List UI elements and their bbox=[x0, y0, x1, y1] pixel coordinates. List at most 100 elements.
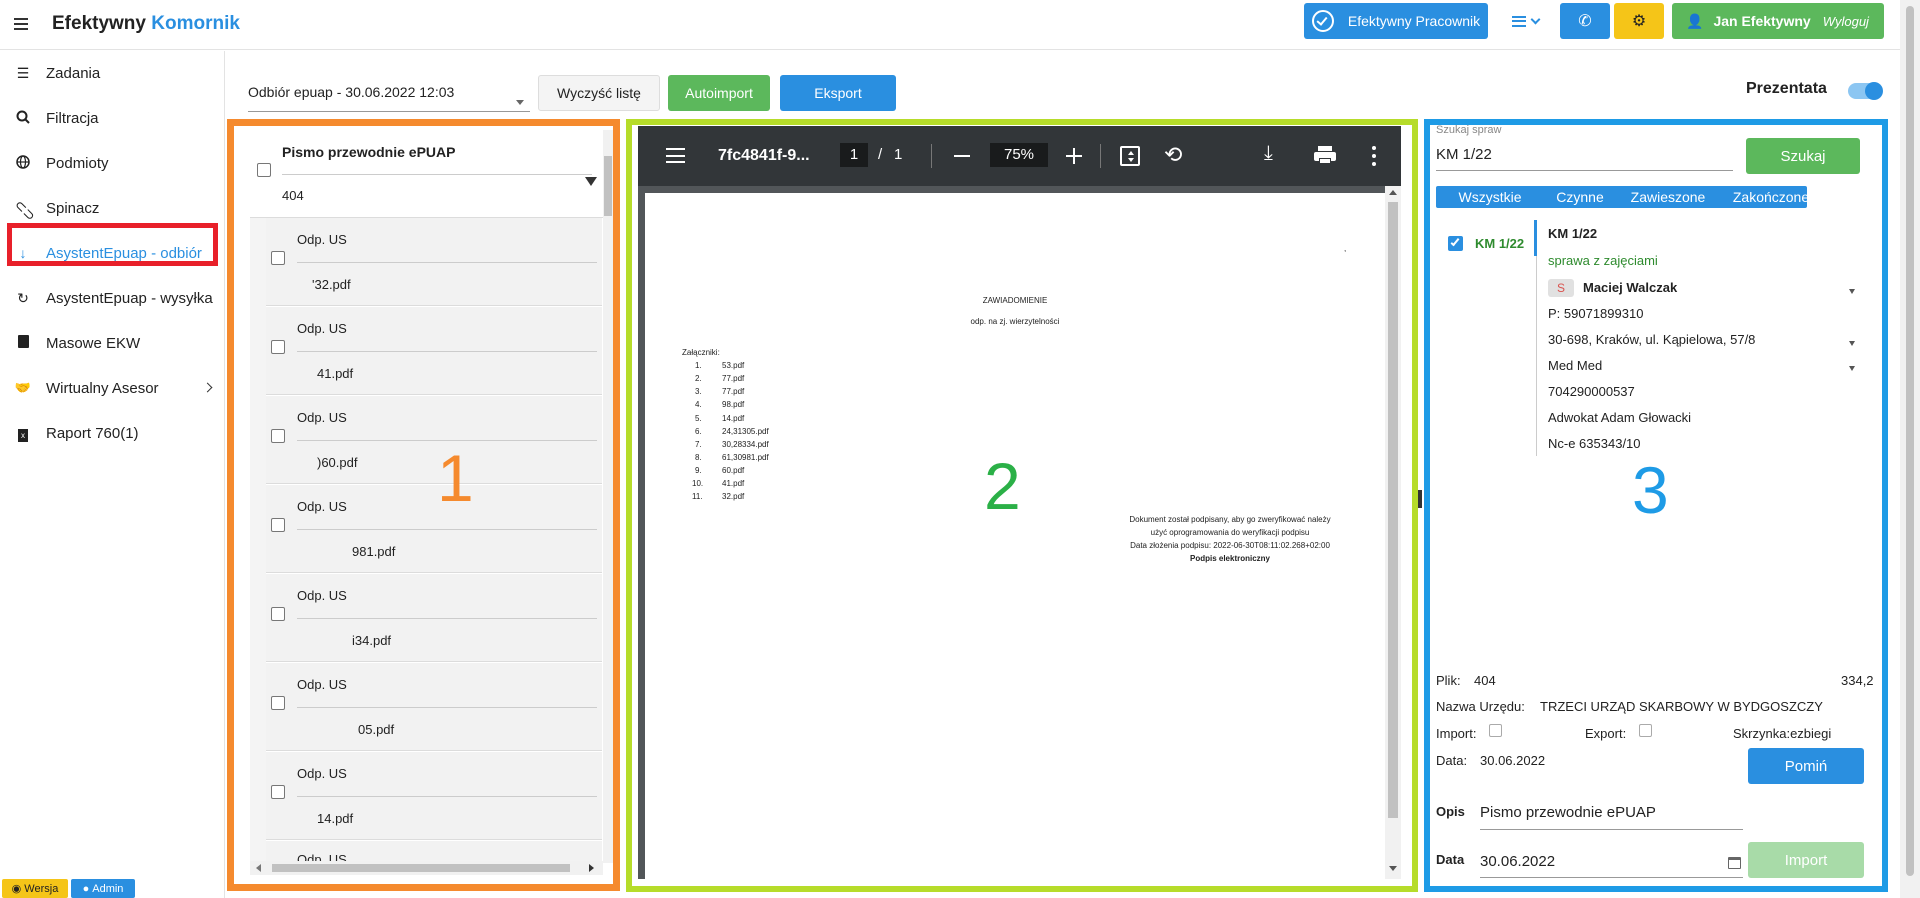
pdf-menu-icon[interactable] bbox=[666, 148, 685, 163]
list-item[interactable]: Odp. US i34.pdf bbox=[266, 574, 602, 662]
pdf-attachment-number: 7. bbox=[695, 440, 702, 449]
pdf-attachment-number: 2. bbox=[695, 374, 702, 383]
case-search-input[interactable]: KM 1/22 bbox=[1436, 141, 1733, 171]
session-select[interactable]: Odbiór epuap - 30.06.2022 12:03 bbox=[248, 80, 530, 112]
arrow-left-icon bbox=[256, 864, 261, 872]
sidebar-item-spinacz[interactable]: ⊂⊃ Spinacz bbox=[0, 190, 225, 226]
download-icon[interactable]: ⤓ bbox=[1264, 142, 1273, 165]
sidebar-item-raport[interactable]: x Raport 760(1) bbox=[0, 415, 225, 451]
import-flag-label: Import: bbox=[1436, 726, 1477, 741]
case-search-label: Szukaj spraw bbox=[1436, 124, 1502, 136]
case-checkbox[interactable] bbox=[1448, 236, 1463, 251]
list-item[interactable]: Odp. US bbox=[266, 841, 602, 863]
tab-zawieszone[interactable]: Zawieszone bbox=[1612, 187, 1724, 207]
sidebar-item-podmioty[interactable]: Podmioty bbox=[0, 145, 225, 181]
export-flag-checkbox[interactable] bbox=[1639, 724, 1652, 737]
sidebar-item-label: Spinacz bbox=[46, 199, 100, 217]
window-scrollbar[interactable] bbox=[1900, 0, 1920, 898]
clear-list-button[interactable]: Wyczyść listę bbox=[538, 75, 660, 111]
import-button[interactable]: Import bbox=[1748, 842, 1864, 878]
skip-button-label: Pomiń bbox=[1784, 757, 1828, 775]
list-item[interactable]: Odp. US )60.pdf bbox=[266, 396, 602, 484]
brand-logo: Efektywny Komornik bbox=[52, 13, 240, 35]
import-flag-checkbox[interactable] bbox=[1489, 724, 1502, 737]
admin-badge[interactable]: ● Admin bbox=[71, 879, 135, 898]
pdf-zoom-value[interactable]: 75% bbox=[990, 143, 1048, 167]
presenter-toggle[interactable] bbox=[1848, 82, 1883, 100]
caret-down-icon[interactable] bbox=[1849, 341, 1855, 346]
row-checkbox[interactable] bbox=[271, 785, 285, 799]
zoom-out-icon[interactable] bbox=[954, 155, 970, 157]
pdf-attachment-file: 53.pdf bbox=[722, 361, 745, 370]
import-date-input[interactable]: 30.06.2022 bbox=[1480, 848, 1743, 878]
list-item[interactable]: Odp. US 05.pdf bbox=[266, 663, 602, 751]
panel1-scrollbar-vertical[interactable] bbox=[603, 130, 613, 863]
row-checkbox[interactable] bbox=[271, 607, 285, 621]
check-circle-icon bbox=[1311, 10, 1334, 32]
export-button[interactable]: Eksport bbox=[780, 75, 896, 111]
import-date-value: 30.06.2022 bbox=[1480, 853, 1556, 870]
pdf-attachment-number: 10. bbox=[692, 479, 704, 488]
panel-splitter-handle[interactable] bbox=[1418, 490, 1422, 508]
efektywny-pracownik-button[interactable]: Efektywny Pracownik bbox=[1304, 3, 1488, 39]
pdf-signature-line: użyć oprogramowania do weryfikacji podpi… bbox=[1150, 528, 1310, 537]
pdf-attachment-number: 5. bbox=[695, 414, 702, 423]
pdf-attachment-file: 61,30981.pdf bbox=[722, 453, 769, 462]
caret-down-icon[interactable] bbox=[1849, 289, 1855, 294]
tab-czynne[interactable]: Czynne bbox=[1540, 187, 1620, 207]
pdf-scrollbar[interactable] bbox=[1385, 186, 1401, 879]
sidebar-item-masowe-ekw[interactable]: Masowe EKW bbox=[0, 325, 225, 361]
rotate-icon[interactable]: ⟲ bbox=[1164, 142, 1182, 168]
pdf-signature-label: Podpis elektroniczny bbox=[1189, 554, 1271, 563]
zoom-in-icon[interactable] bbox=[1066, 148, 1082, 164]
tab-zakonczone[interactable]: Zakończone bbox=[1715, 187, 1827, 207]
row-title: Odp. US bbox=[297, 499, 347, 514]
skip-button[interactable]: Pomiń bbox=[1748, 748, 1864, 784]
row-checkbox[interactable] bbox=[271, 518, 285, 532]
logout-link[interactable]: Wyloguj bbox=[1823, 14, 1869, 29]
row-checkbox[interactable] bbox=[271, 696, 285, 710]
row-checkbox[interactable] bbox=[271, 251, 285, 265]
select-all-checkbox[interactable] bbox=[257, 163, 271, 177]
phone-button[interactable]: ✆ bbox=[1560, 3, 1610, 39]
tab-wszystkie[interactable]: Wszystkie bbox=[1440, 187, 1540, 207]
list-item[interactable]: Odp. US 14.pdf bbox=[266, 752, 602, 840]
search-button[interactable]: Szukaj bbox=[1746, 138, 1860, 174]
list-item[interactable]: Odp. US '32.pdf bbox=[266, 218, 602, 306]
case-signature[interactable]: KM 1/22 bbox=[1475, 236, 1524, 251]
list-icon bbox=[1511, 15, 1526, 27]
user-name: Jan Efektywny bbox=[1713, 13, 1811, 29]
admin-label: Admin bbox=[92, 882, 124, 895]
pdf-attachment-file: 14.pdf bbox=[722, 414, 745, 423]
creditor-name: Med Med bbox=[1548, 358, 1603, 373]
pdf-signature-line: Dokument został podpisany, aby go zweryf… bbox=[1129, 515, 1331, 524]
import-date-label: Data bbox=[1436, 852, 1465, 867]
sidebar-item-zadania[interactable]: ☰ Zadania bbox=[0, 55, 225, 91]
calendar-icon[interactable] bbox=[1728, 857, 1741, 869]
print-icon[interactable] bbox=[1314, 146, 1336, 164]
description-input[interactable]: Pismo przewodnie ePUAP bbox=[1480, 800, 1743, 830]
date-label: Data: bbox=[1436, 753, 1468, 768]
list-dropdown-button[interactable] bbox=[1500, 3, 1550, 39]
sidebar-item-filtracja[interactable]: Filtracja bbox=[0, 100, 225, 136]
menu-icon[interactable] bbox=[14, 18, 28, 30]
row-checkbox[interactable] bbox=[271, 429, 285, 443]
sidebar-item-label: Podmioty bbox=[46, 154, 109, 172]
sidebar-item-wirtualny-asesor[interactable]: 🤝 Wirtualny Asesor bbox=[0, 370, 225, 406]
pdf-page-input[interactable]: 1 bbox=[840, 143, 868, 167]
user-button[interactable]: 👤 Jan Efektywny Wyloguj bbox=[1672, 3, 1884, 39]
fit-page-icon[interactable] bbox=[1120, 146, 1140, 166]
settings-button[interactable]: ⚙ bbox=[1614, 3, 1664, 39]
caret-down-icon[interactable] bbox=[585, 177, 597, 186]
list-item[interactable]: Odp. US 981.pdf bbox=[266, 485, 602, 573]
book-icon bbox=[14, 335, 32, 351]
autoimport-button[interactable]: Autoimport bbox=[668, 75, 770, 111]
phone-icon: ✆ bbox=[1578, 13, 1592, 30]
panel-number-3: 3 bbox=[1632, 453, 1669, 527]
row-checkbox[interactable] bbox=[271, 340, 285, 354]
panel1-scrollbar-horizontal[interactable] bbox=[250, 861, 603, 875]
paperclip-icon: ⊂⊃ bbox=[11, 195, 40, 224]
more-vertical-icon[interactable] bbox=[1372, 146, 1376, 166]
version-badge[interactable]: ◉ Wersja bbox=[2, 879, 68, 898]
caret-down-icon[interactable] bbox=[1849, 366, 1855, 371]
